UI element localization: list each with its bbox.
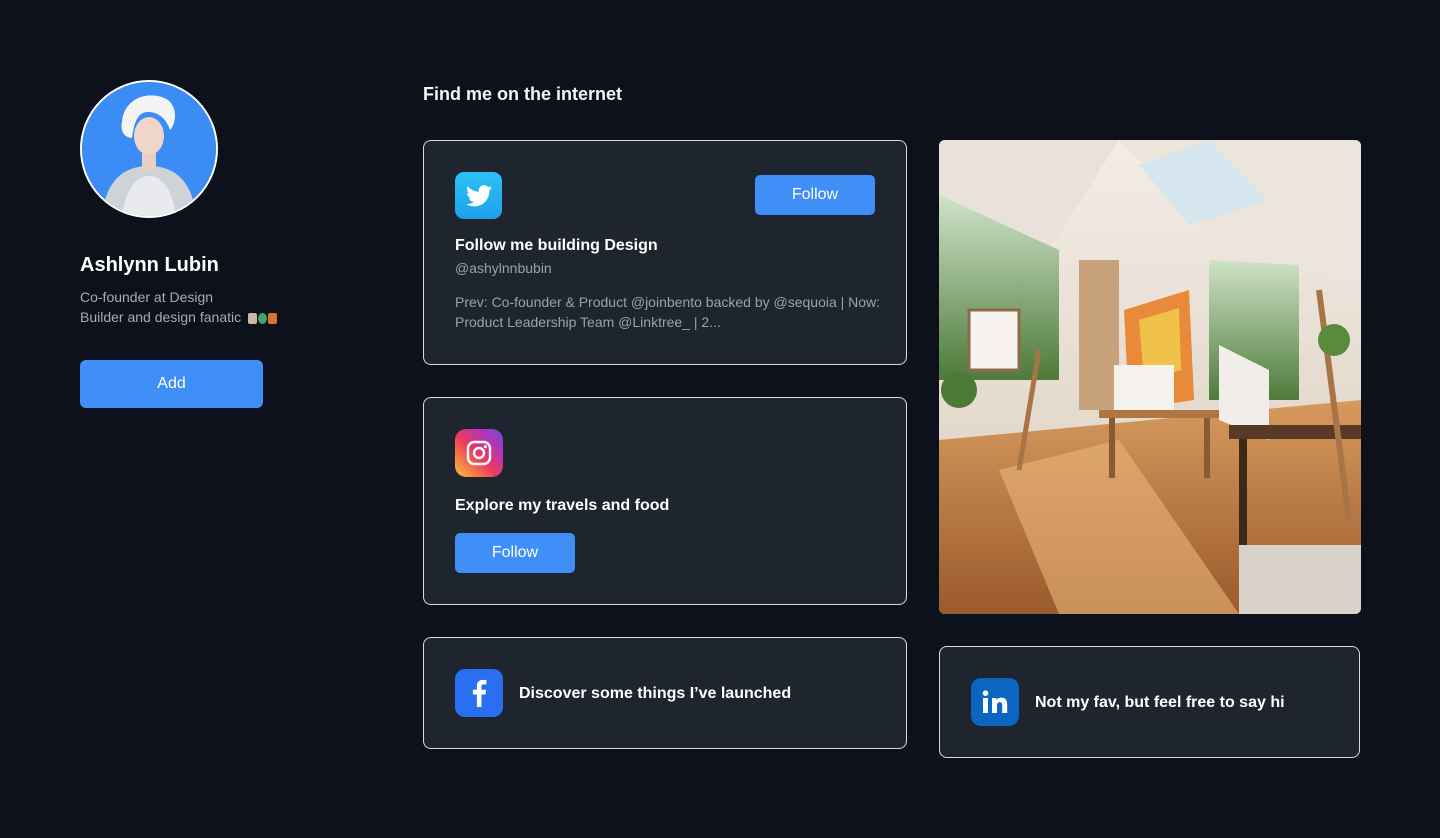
- bio-line-2: Builder and design fanatic: [80, 307, 340, 327]
- avatar: [80, 80, 218, 218]
- linkedin-icon: [971, 678, 1019, 726]
- facebook-icon: [455, 669, 503, 717]
- instagram-card[interactable]: Explore my travels and food Follow: [423, 397, 907, 605]
- studio-photo: [939, 140, 1361, 614]
- twitter-card-title: Follow me building Design: [455, 237, 658, 254]
- instagram-icon: [455, 429, 503, 477]
- twitter-card[interactable]: Follow Follow me building Design @ashyln…: [423, 140, 907, 365]
- instagram-follow-button[interactable]: Follow: [455, 533, 575, 573]
- facebook-card-title: Discover some things I’ve launched: [519, 685, 792, 702]
- instagram-card-title: Explore my travels and food: [455, 497, 670, 514]
- section-title: Find me on the internet: [423, 84, 623, 104]
- facebook-card[interactable]: Discover some things I’ve launched: [423, 637, 907, 749]
- twitter-description: Prev: Co-founder & Product @joinbento ba…: [455, 294, 881, 330]
- bio-line-2-text: Builder and design fanatic: [80, 309, 242, 325]
- twitter-follow-button[interactable]: Follow: [755, 175, 875, 215]
- profile-panel: Ashlynn Lubin Co-founder at Design Build…: [80, 80, 340, 408]
- twitter-handle: @ashylnnbubin: [455, 260, 552, 276]
- emoji-group-icon: [248, 313, 277, 324]
- person-emoji-icon: [248, 313, 257, 324]
- bio-line-1: Co-founder at Design: [80, 289, 214, 305]
- linkedin-card[interactable]: Not my fav, but feel free to say hi: [939, 646, 1360, 758]
- avatar-portrait-icon: [82, 82, 216, 216]
- add-button[interactable]: Add: [80, 360, 263, 408]
- profile-bio: Co-founder at Design Builder and design …: [80, 287, 340, 327]
- art-studio-image-icon: [939, 140, 1361, 614]
- profile-name: Ashlynn Lubin: [80, 254, 219, 276]
- globe-emoji-icon: [258, 313, 267, 324]
- twitter-icon: [455, 172, 502, 219]
- linkedin-card-title: Not my fav, but feel free to say hi: [1035, 694, 1285, 711]
- picture-emoji-icon: [268, 313, 277, 324]
